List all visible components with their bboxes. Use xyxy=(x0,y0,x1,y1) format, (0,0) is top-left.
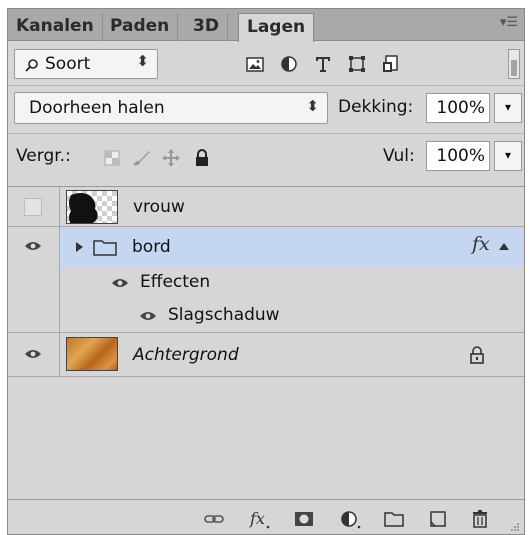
visibility-cell xyxy=(8,267,60,299)
visibility-cell xyxy=(8,227,60,267)
filter-kind-select[interactable]: Soort ⬍ xyxy=(14,49,158,79)
effects-label: Effecten xyxy=(140,272,211,292)
bottom-toolbar: fx xyxy=(8,499,524,534)
tab-paden[interactable]: Paden xyxy=(102,13,179,41)
layer-thumbnail xyxy=(66,190,118,224)
layers-panel: Kanalen Paden 3D Lagen ▾☰ Soort ⬍ Doorhe… xyxy=(7,8,525,535)
opacity-dropdown-button[interactable]: ▾ xyxy=(494,93,522,123)
updown-arrows-icon: ⬍ xyxy=(306,97,319,115)
layer-list: vrouw bord fx Effecten Slagschaduw Achte… xyxy=(8,186,524,499)
new-adjustment-layer-icon[interactable] xyxy=(338,508,362,530)
tab-bar: Kanalen Paden 3D Lagen ▾☰ xyxy=(8,9,524,42)
pixel-layer-filter-icon[interactable] xyxy=(244,53,266,75)
drop-shadow-row[interactable]: Slagschaduw xyxy=(8,299,524,333)
separator xyxy=(8,85,524,86)
tab-lagen[interactable]: Lagen xyxy=(238,13,315,42)
lock-all-icon[interactable] xyxy=(192,148,212,168)
resize-grip-icon[interactable] xyxy=(510,522,520,532)
drop-shadow-label: Slagschaduw xyxy=(168,305,280,325)
layer-thumbnail xyxy=(66,337,118,371)
lock-icon xyxy=(470,346,484,364)
layer-name[interactable]: vrouw xyxy=(133,197,185,217)
updown-arrows-icon: ⬍ xyxy=(136,52,149,70)
layer-row-vrouw[interactable]: vrouw xyxy=(8,187,524,227)
tab-kanalen[interactable]: Kanalen xyxy=(8,13,103,41)
svg-text:fx: fx xyxy=(249,509,265,528)
tab-3d[interactable]: 3D xyxy=(185,13,228,41)
delete-layer-icon[interactable] xyxy=(468,508,492,530)
add-layer-style-icon[interactable]: fx xyxy=(248,508,272,530)
fx-icon[interactable]: fx xyxy=(472,233,490,255)
blend-mode-select[interactable]: Doorheen halen ⬍ xyxy=(14,92,328,124)
layer-name[interactable]: bord xyxy=(132,237,171,257)
lock-label: Vergr.: xyxy=(16,146,71,166)
lock-position-icon[interactable] xyxy=(160,148,182,168)
adjustment-layer-filter-icon[interactable] xyxy=(278,53,300,75)
expand-triangle-icon[interactable] xyxy=(74,241,84,253)
separator xyxy=(8,133,524,134)
type-layer-filter-icon[interactable] xyxy=(312,53,334,75)
layer-row-bord[interactable]: bord fx xyxy=(8,227,524,267)
opacity-label: Dekking: xyxy=(338,97,414,117)
new-layer-icon[interactable] xyxy=(426,508,450,530)
opacity-field[interactable]: 100% xyxy=(426,93,490,123)
fill-dropdown-button[interactable]: ▾ xyxy=(494,141,522,171)
filter-toggle-switch[interactable] xyxy=(508,49,520,79)
fill-field[interactable]: 100% xyxy=(426,141,490,171)
link-layers-icon[interactable] xyxy=(202,508,226,530)
new-group-icon[interactable] xyxy=(382,508,406,530)
search-icon xyxy=(25,59,38,72)
effects-row[interactable]: Effecten xyxy=(8,267,524,299)
eye-icon[interactable] xyxy=(111,277,129,289)
row-divider xyxy=(8,376,524,377)
eye-icon[interactable] xyxy=(139,310,157,322)
folder-icon xyxy=(93,240,117,256)
visibility-cell xyxy=(8,333,60,377)
eye-icon[interactable] xyxy=(24,348,42,360)
panel-menu-icon[interactable]: ▾☰ xyxy=(500,15,518,30)
visibility-cell xyxy=(8,187,60,227)
woman-silhouette-icon xyxy=(69,193,98,223)
blend-mode-value: Doorheen halen xyxy=(29,98,165,118)
eye-icon[interactable] xyxy=(24,240,42,252)
shape-layer-filter-icon[interactable] xyxy=(346,53,368,75)
lock-image-pixels-icon[interactable] xyxy=(130,148,152,168)
filter-kind-label: Soort xyxy=(45,54,91,74)
lock-transparent-pixels-icon[interactable] xyxy=(102,148,122,168)
collapse-effects-icon[interactable] xyxy=(498,241,510,251)
layer-name[interactable]: Achtergrond xyxy=(133,345,239,365)
visibility-toggle-off[interactable] xyxy=(24,198,42,216)
fill-label: Vul: xyxy=(383,146,415,166)
add-mask-icon[interactable] xyxy=(292,508,316,530)
layer-row-achtergrond[interactable]: Achtergrond xyxy=(8,333,524,377)
visibility-cell xyxy=(8,299,60,333)
smart-object-filter-icon[interactable] xyxy=(380,53,402,75)
